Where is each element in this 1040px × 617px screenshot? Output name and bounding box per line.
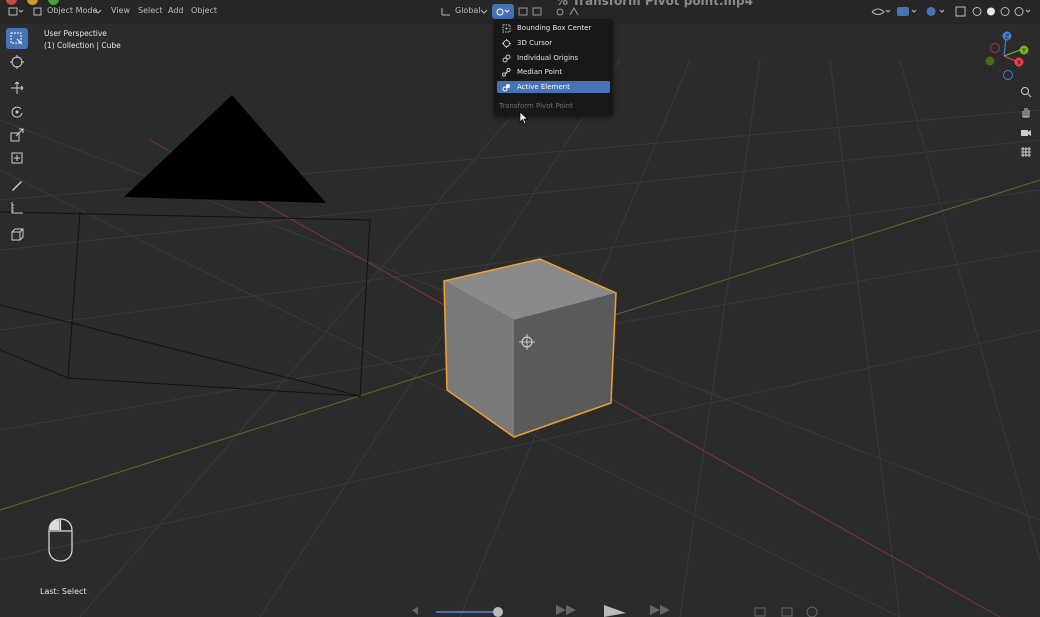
video-playback-bar [412, 605, 818, 617]
navigation-gizmo[interactable]: Y X Z [980, 28, 1036, 84]
menu-item-label: Individual Origins [517, 54, 579, 62]
menu-item-label: Active Element [517, 83, 570, 91]
move-tool[interactable] [6, 77, 28, 98]
menu-view[interactable]: View [111, 6, 130, 15]
median-point-icon [501, 67, 511, 77]
volume-icon [412, 607, 418, 615]
neg-x-axis-handle[interactable] [990, 43, 1000, 53]
individual-origins-icon [501, 53, 511, 63]
rotate-tool[interactable] [6, 101, 28, 122]
neg-z-axis-handle[interactable] [1003, 70, 1013, 80]
pivot-point-menu: Bounding Box Center 3D Cursor Individual… [494, 19, 613, 116]
overlays-icon[interactable] [924, 6, 946, 17]
move-icon [11, 81, 24, 94]
close-window-button[interactable] [6, 0, 17, 5]
ortho-view-button[interactable] [1017, 143, 1035, 161]
pip-icon [754, 607, 766, 617]
zoom-view-button[interactable] [1017, 83, 1035, 101]
pivot-option-3d-cursor[interactable]: 3D Cursor [497, 37, 610, 49]
proportional-editing-icon[interactable] [555, 6, 585, 17]
viewport-info: User Perspective (1) Collection | Cube [44, 28, 121, 52]
collection-label: (1) Collection | Cube [44, 41, 121, 50]
menu-item-label: Median Point [517, 68, 563, 76]
z-axis-label: Z [1005, 34, 1009, 41]
object-mode-dropdown[interactable]: Object Mode [47, 6, 97, 15]
3d-cursor-icon [501, 38, 511, 48]
pivot-option-individual-origins[interactable]: Individual Origins [497, 52, 610, 64]
annotate-tool[interactable] [6, 174, 28, 195]
object-mode-icon [33, 7, 42, 16]
x-axis-label: X [1017, 60, 1021, 67]
add-cube-tool[interactable] [6, 224, 28, 245]
editor-type-icon[interactable] [8, 6, 24, 17]
perspective-label: User Perspective [44, 29, 107, 38]
orientation-icon [441, 8, 450, 16]
settings-icon [806, 606, 818, 617]
y-axis-label: Y [1021, 48, 1026, 55]
visibility-icon[interactable] [870, 6, 892, 17]
zoom-window-button[interactable] [48, 0, 59, 5]
transform-tool[interactable] [6, 147, 28, 168]
xray-icon[interactable] [955, 6, 967, 17]
grid-icon [1021, 147, 1031, 157]
pivot-point-dropdown[interactable] [492, 4, 514, 19]
gizmo-toggle-icon[interactable] [896, 6, 918, 17]
active-element-icon [501, 82, 511, 92]
subtitles-icon [781, 607, 793, 617]
rotate-icon [11, 106, 23, 118]
cursor-icon [10, 54, 24, 69]
measure-icon [11, 201, 23, 213]
last-operation-label: Last: Select [40, 587, 87, 596]
camera-view-button[interactable] [1017, 123, 1035, 141]
menu-object[interactable]: Object [191, 6, 217, 15]
menu-title: Transform Pivot Point [499, 102, 573, 110]
scale-icon [10, 128, 24, 141]
bounding-box-icon [501, 23, 511, 33]
chevron-down-icon [480, 9, 488, 14]
zoom-icon [1021, 87, 1032, 98]
snap-icon[interactable] [518, 6, 548, 17]
select-box-icon [10, 32, 23, 44]
shading-modes-icon[interactable] [972, 6, 1032, 17]
scale-tool[interactable] [6, 124, 28, 145]
measure-tool[interactable] [6, 197, 28, 218]
transform-icon [11, 152, 23, 163]
neg-y-axis-handle[interactable] [985, 56, 995, 66]
pivot-icon [496, 8, 510, 16]
transform-orientation-dropdown[interactable]: Global [455, 6, 481, 15]
hand-icon [1022, 108, 1030, 118]
pivot-option-active-element[interactable]: Active Element [497, 81, 610, 93]
menu-item-label: Bounding Box Center [517, 24, 592, 32]
pivot-option-median-point[interactable]: Median Point [497, 66, 610, 78]
menu-select[interactable]: Select [138, 6, 163, 15]
fast-forward-icon [650, 605, 670, 615]
volume-slider-handle [493, 607, 503, 617]
cursor-tool[interactable] [6, 51, 28, 72]
camera-icon [1021, 130, 1031, 136]
rewind-icon [556, 605, 576, 615]
menu-add[interactable]: Add [168, 6, 184, 15]
mouse-pointer-icon [519, 111, 529, 125]
select-box-tool[interactable] [6, 28, 28, 49]
3d-viewport[interactable]: % Transform Pivot point.mp4 Object Mode … [0, 0, 1040, 617]
add-cube-icon [11, 228, 24, 240]
volume-slider [436, 611, 496, 613]
play-icon [604, 605, 626, 617]
pan-view-button[interactable] [1017, 103, 1035, 121]
video-title: % Transform Pivot point.mp4 [556, 0, 753, 8]
annotate-icon [12, 180, 22, 191]
chevron-down-icon [94, 9, 102, 14]
minimize-window-button[interactable] [27, 0, 38, 5]
mouse-indicator-icon [48, 518, 73, 562]
pivot-option-bounding-box-center[interactable]: Bounding Box Center [497, 22, 610, 34]
menu-item-label: 3D Cursor [517, 39, 553, 47]
